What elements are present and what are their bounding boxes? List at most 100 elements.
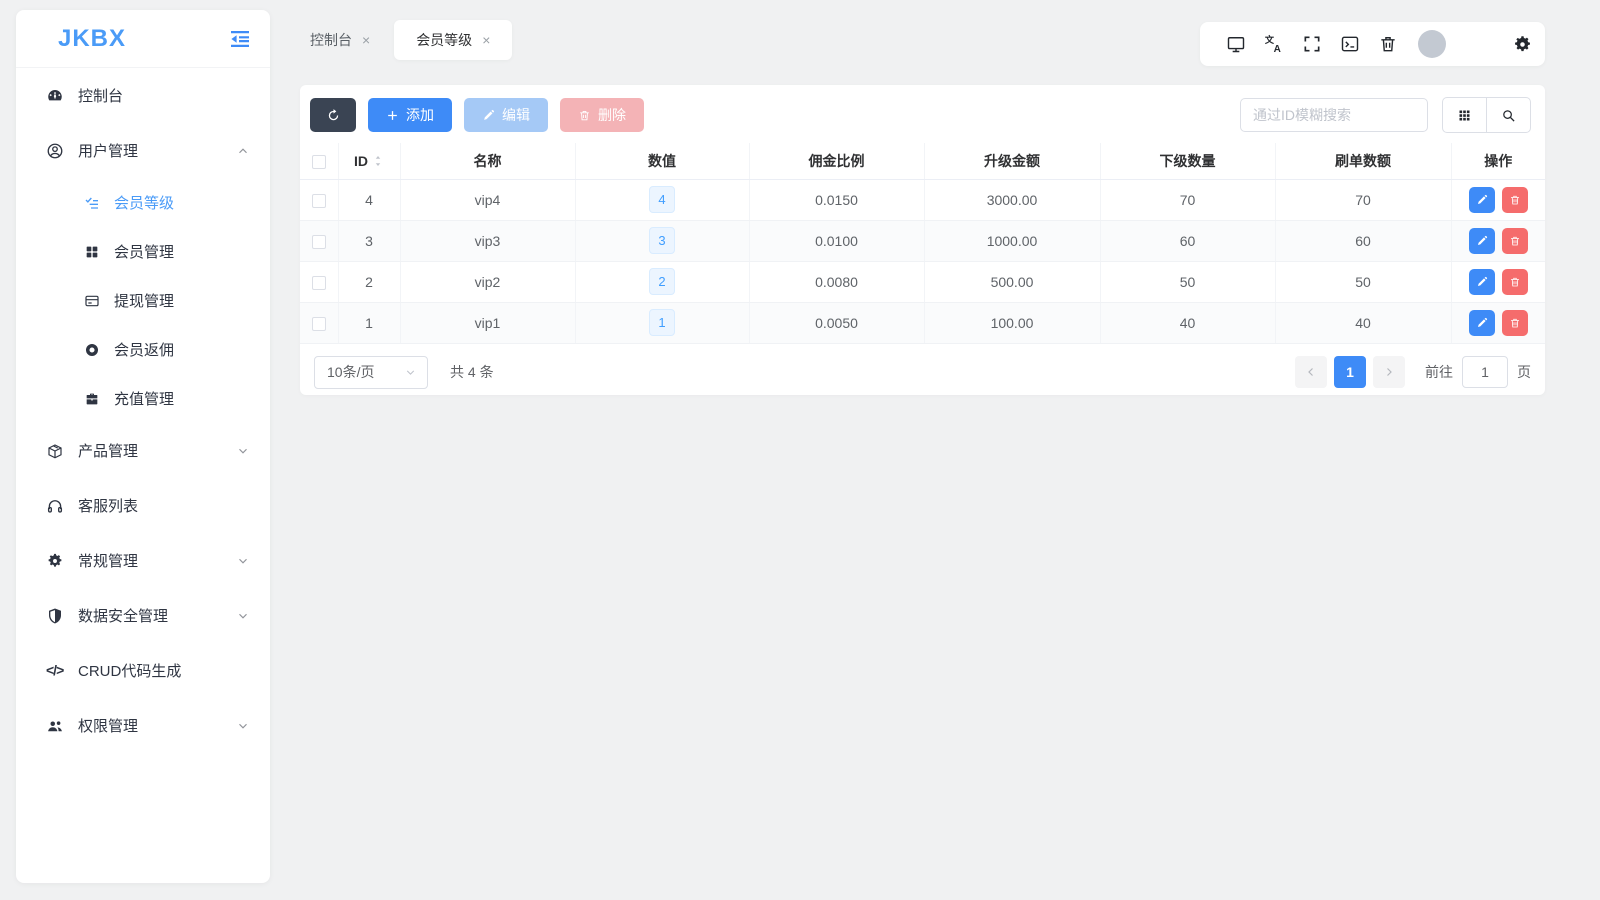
sidebar-subitem[interactable]: 会员管理: [16, 227, 270, 276]
cell-upgrade-amount: 1000.00: [924, 220, 1100, 261]
cell-name: vip1: [400, 302, 575, 343]
chevron-down-icon: [236, 444, 250, 458]
row-edit-button[interactable]: [1469, 187, 1495, 213]
sidebar-item[interactable]: 常规管理: [16, 533, 270, 588]
goto-page-input[interactable]: [1462, 356, 1508, 388]
svg-text:A: A: [1274, 44, 1281, 54]
chevron-down-icon: [236, 719, 250, 733]
package-icon: [46, 442, 64, 460]
sort-icon[interactable]: [372, 153, 384, 169]
sidebar-item[interactable]: 产品管理: [16, 423, 270, 478]
cell-value: 1: [575, 302, 749, 343]
sidebar-item[interactable]: 控制台: [16, 68, 270, 123]
cell-commission: 0.0150: [749, 179, 924, 220]
pager: 1 前往 页: [1295, 356, 1531, 388]
add-button[interactable]: 添加: [368, 98, 452, 132]
app-logo: JKBX: [58, 25, 126, 53]
row-edit-button[interactable]: [1469, 228, 1495, 254]
row-select-cell: [300, 302, 338, 343]
cell-name: vip4: [400, 179, 575, 220]
goto-label: 前往: [1425, 362, 1453, 382]
next-page-button[interactable]: [1373, 356, 1405, 388]
terminal-icon: [1340, 34, 1360, 54]
row-select-cell: [300, 261, 338, 302]
row-checkbox[interactable]: [312, 194, 326, 208]
cell-value: 4: [575, 179, 749, 220]
value-badge: 3: [649, 227, 674, 254]
delete-button[interactable]: 删除: [560, 98, 644, 132]
current-page-button[interactable]: 1: [1334, 356, 1366, 388]
row-delete-button[interactable]: [1502, 310, 1528, 336]
row-checkbox[interactable]: [312, 317, 326, 331]
cell-brush-amount: 70: [1275, 179, 1451, 220]
edit-button[interactable]: 编辑: [464, 98, 548, 132]
trash-icon: [578, 109, 591, 122]
pagination: 10条/页 共 4 条 1 前往 页: [300, 344, 1545, 389]
total-count: 共 4 条: [450, 362, 494, 382]
prev-page-button[interactable]: [1295, 356, 1327, 388]
grid-icon: [84, 244, 100, 260]
sidebar-subitem[interactable]: 充值管理: [16, 374, 270, 423]
search-icon: [1501, 108, 1516, 123]
cell-commission: 0.0050: [749, 302, 924, 343]
sidebar-item[interactable]: 用户管理: [16, 123, 270, 178]
row-delete-button[interactable]: [1502, 187, 1528, 213]
table-row: 1vip110.0050100.004040: [300, 302, 1545, 343]
close-icon[interactable]: ×: [482, 33, 490, 47]
cell-id: 4: [338, 179, 400, 220]
refresh-button[interactable]: [310, 98, 356, 132]
column-header: 佣金比例: [749, 143, 924, 179]
settings-gear-icon[interactable]: [1512, 34, 1533, 55]
row-delete-button[interactable]: [1502, 228, 1528, 254]
tab-active[interactable]: 会员等级×: [394, 20, 512, 60]
row-edit-button[interactable]: [1469, 269, 1495, 295]
avatar[interactable]: [1418, 30, 1446, 58]
row-edit-button[interactable]: [1469, 310, 1495, 336]
select-all-checkbox[interactable]: [312, 155, 326, 169]
cell-id: 3: [338, 220, 400, 261]
sidebar: JKBX 控制台用户管理会员等级会员管理提现管理会员返佣充值管理产品管理客服列表…: [16, 10, 270, 883]
column-header: 下级数量: [1100, 143, 1275, 179]
cell-upgrade-amount: 100.00: [924, 302, 1100, 343]
sidebar-subitem[interactable]: 会员等级: [16, 178, 270, 227]
table-toolbar: 添加 编辑 删除: [300, 85, 1545, 143]
chevron-down-icon: [236, 554, 250, 568]
tab-item[interactable]: 控制台×: [300, 20, 380, 60]
cell-brush-amount: 60: [1275, 220, 1451, 261]
gears-icon: [46, 552, 64, 570]
value-badge: 1: [649, 309, 674, 336]
row-delete-button[interactable]: [1502, 269, 1528, 295]
list-check-icon: [84, 195, 100, 211]
sidebar-item[interactable]: 数据安全管理: [16, 588, 270, 643]
cell-upgrade-amount: 500.00: [924, 261, 1100, 302]
sidebar-subitem[interactable]: 会员返佣: [16, 325, 270, 374]
cell-id: 1: [338, 302, 400, 343]
table-row: 2vip220.0080500.005050: [300, 261, 1545, 302]
dashboard-icon: [46, 87, 64, 105]
sidebar-item[interactable]: 权限管理: [16, 698, 270, 753]
chevron-right-icon: [1383, 366, 1395, 378]
sidebar-item[interactable]: </>CRUD代码生成: [16, 643, 270, 698]
sidebar-header: JKBX: [16, 10, 270, 68]
refresh-icon: [326, 108, 341, 123]
chevron-down-icon: [236, 609, 250, 623]
monitor-icon: [1226, 34, 1246, 54]
close-icon[interactable]: ×: [362, 33, 370, 47]
cell-commission: 0.0100: [749, 220, 924, 261]
cell-upgrade-amount: 3000.00: [924, 179, 1100, 220]
shield-icon: [46, 607, 64, 625]
row-checkbox[interactable]: [312, 276, 326, 290]
sidebar-collapse-icon[interactable]: [228, 27, 252, 51]
cell-actions: [1451, 261, 1545, 302]
row-checkbox[interactable]: [312, 235, 326, 249]
page-unit-label: 页: [1517, 362, 1531, 382]
search-button[interactable]: [1486, 97, 1531, 133]
sidebar-item[interactable]: 客服列表: [16, 478, 270, 533]
content-card: 添加 编辑 删除 ID名称数值佣金比例升级金额下级数量刷单数额操作4vip440…: [300, 85, 1545, 395]
page-size-select[interactable]: 10条/页: [314, 356, 428, 389]
column-settings-button[interactable]: [1442, 97, 1487, 133]
sidebar-subitem[interactable]: 提现管理: [16, 276, 270, 325]
cell-brush-amount: 50: [1275, 261, 1451, 302]
cell-actions: [1451, 179, 1545, 220]
search-input[interactable]: [1240, 98, 1428, 132]
